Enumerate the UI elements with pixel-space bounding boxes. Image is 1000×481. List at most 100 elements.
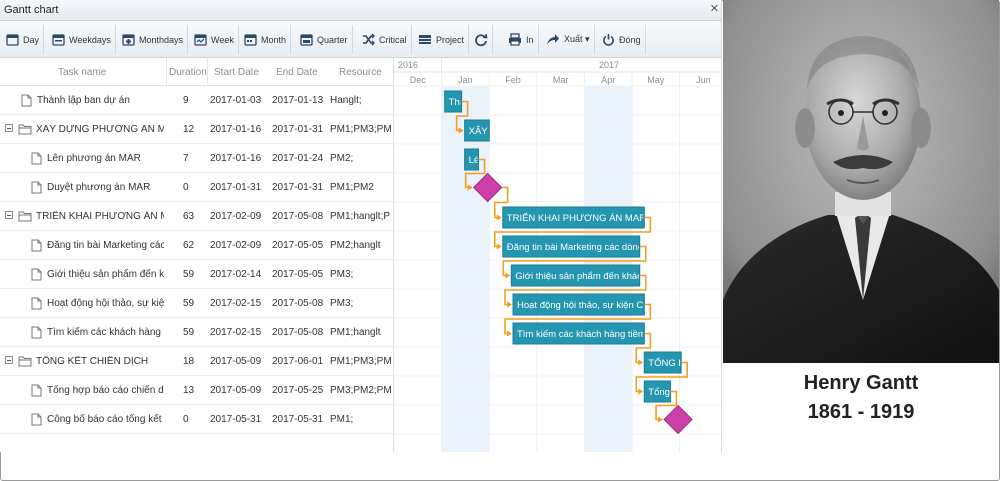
- month-button[interactable]: Month: [240, 25, 292, 54]
- duration-cell: 12: [183, 124, 195, 135]
- close-button[interactable]: Đóng: [598, 25, 646, 54]
- portrait-caption: Henry Gantt 1861 - 1919: [723, 372, 999, 424]
- weekdays-button[interactable]: Weekdays: [48, 25, 116, 54]
- monthdays-button[interactable]: Monthdays: [118, 25, 189, 54]
- resource-cell: PM1;PM2: [330, 182, 374, 193]
- start-date-cell: 2017-01-03: [210, 95, 262, 106]
- folder-icon: [18, 356, 32, 367]
- dependency-arrow: [658, 416, 664, 423]
- calendar-week-icon: [194, 34, 207, 46]
- task-name-cell: TRIỂN KHAI PHƯƠNG ÁN MA: [36, 211, 164, 222]
- task-name-cell: Công bố báo cáo tổng kết: [47, 414, 162, 425]
- calendar-weekdays-icon: [52, 34, 65, 46]
- start-date-cell: 2017-02-15: [210, 298, 262, 309]
- timeline-panel: 2016 2017 Dec Jan Feb Mar Apr May Jun Thành lập b…: [393, 58, 722, 452]
- end-date-cell: 2017-01-24: [272, 153, 324, 164]
- file-icon: [31, 181, 42, 194]
- month-label: Apr: [601, 75, 615, 85]
- critical-button[interactable]: Critical: [358, 25, 412, 54]
- end-date-cell: 2017-01-31: [272, 124, 324, 135]
- file-icon: [31, 297, 42, 310]
- grid-body: Thành lập ban dự án 9 2017-01-03 2017-01-13…: [0, 86, 393, 434]
- dependency-arrow: [507, 301, 512, 308]
- month-label: Dec: [410, 75, 427, 85]
- file-icon: [31, 413, 42, 426]
- collapse-toggle[interactable]: [5, 124, 13, 132]
- col-task-name[interactable]: Task name: [58, 67, 106, 78]
- end-date-cell: 2017-01-13: [272, 95, 324, 106]
- table-row[interactable]: Công bố báo cáo tổng kết 0 2017-05-31 2017-…: [0, 405, 393, 434]
- column-divider: [166, 58, 167, 86]
- table-row[interactable]: Thành lập ban dự án 9 2017-01-03 2017-01-13…: [0, 86, 393, 115]
- window-title: Gantt chart: [4, 4, 59, 16]
- refresh-icon: [475, 33, 488, 46]
- duration-cell: 63: [183, 211, 195, 222]
- file-icon: [31, 152, 42, 165]
- duration-cell: 59: [183, 327, 195, 338]
- week-label: Week: [211, 34, 234, 45]
- day-button[interactable]: Day: [2, 25, 45, 54]
- resource-cell: PM2;hanglt: [330, 240, 381, 251]
- toolbar: Day Weekdays Monthdays Week Month Quarte…: [0, 21, 721, 58]
- end-date-cell: 2017-05-08: [272, 327, 324, 338]
- end-date-cell: 2017-06-01: [272, 356, 324, 367]
- table-row[interactable]: Duyệt phương án MAR 0 2017-01-31 2017-01-31…: [0, 173, 393, 202]
- close-icon[interactable]: ✕: [710, 2, 719, 15]
- dependency-arrow: [638, 359, 644, 366]
- project-button[interactable]: Project: [414, 25, 470, 54]
- gantt-bar-label: Tổng hợp báo cáo chiến dịch: [648, 387, 722, 398]
- duration-cell: 59: [183, 298, 195, 309]
- col-resource[interactable]: Resource: [339, 67, 382, 78]
- start-date-cell: 2017-05-31: [210, 414, 262, 425]
- refresh-button[interactable]: [470, 25, 493, 54]
- collapse-toggle[interactable]: [5, 356, 13, 364]
- dependency-arrow: [505, 272, 511, 279]
- resource-cell: Hanglt;: [330, 95, 362, 106]
- quarter-button[interactable]: Quarter: [296, 25, 353, 54]
- duration-cell: 13: [183, 385, 195, 396]
- export-button[interactable]: Xuất ▾: [542, 25, 595, 54]
- start-date-cell: 2017-02-15: [210, 327, 262, 338]
- year-label: 2017: [599, 60, 619, 70]
- col-end-date[interactable]: End Date: [276, 67, 318, 78]
- resource-cell: PM3;: [330, 269, 354, 280]
- table-row[interactable]: TRIỂN KHAI PHƯƠNG ÁN MA 63 2017-02-09 2017-…: [0, 202, 393, 231]
- duration-cell: 0: [183, 414, 189, 425]
- file-icon: [31, 326, 42, 339]
- start-date-cell: 2017-05-09: [210, 356, 262, 367]
- table-row[interactable]: TỔNG KẾT CHIẾN DỊCH 18 2017-05-09 2017-06-0…: [0, 347, 393, 376]
- task-name-cell: Đăng tin bài Marketing các: [47, 240, 164, 251]
- print-button[interactable]: In: [504, 25, 539, 54]
- export-label: Xuất ▾: [564, 34, 590, 44]
- table-row[interactable]: Tìm kiếm các khách hàng t 59 2017-02-15 201…: [0, 318, 393, 347]
- caption-name: Henry Gantt: [803, 372, 919, 394]
- end-date-cell: 2017-05-08: [272, 211, 324, 222]
- col-start-date[interactable]: Start Date: [214, 67, 259, 78]
- start-date-cell: 2017-01-31: [210, 182, 262, 193]
- resource-cell: PM1;PM3;PM: [330, 356, 392, 367]
- project-icon: [419, 35, 431, 44]
- folder-icon: [18, 211, 32, 222]
- gantt-bar-label: Giới thiệu sản phẩm đến khách: [515, 271, 647, 282]
- table-row[interactable]: Lên phương án MAR 7 2017-01-16 2017-01-24 PM…: [0, 144, 393, 173]
- gantt-window: Gantt chart ✕ Day Weekdays Monthdays Wee…: [0, 0, 722, 452]
- file-icon: [31, 239, 42, 252]
- dependency-arrow: [507, 330, 512, 337]
- collapse-toggle[interactable]: [5, 211, 13, 219]
- resource-cell: PM2;: [330, 153, 354, 164]
- week-button[interactable]: Week: [190, 25, 239, 54]
- task-name-cell: TỔNG KẾT CHIẾN DỊCH: [36, 356, 149, 367]
- end-date-cell: 2017-05-05: [272, 269, 324, 280]
- table-row[interactable]: Giới thiệu sản phẩm đến kh 59 2017-02-14 20…: [0, 260, 393, 289]
- calendar-day-icon: [6, 34, 19, 46]
- table-row[interactable]: Tổng hợp báo cáo chiến dịc 13 2017-05-09 20…: [0, 376, 393, 405]
- col-duration[interactable]: Duration: [169, 67, 207, 78]
- start-date-cell: 2017-02-09: [210, 240, 262, 251]
- month-label: Feb: [505, 75, 521, 85]
- henry-gantt-portrait: [723, 0, 999, 363]
- table-row[interactable]: XÂY DỰNG PHƯƠNG ÁN MA 12 2017-01-16 2017-01…: [0, 115, 393, 144]
- portrait-image: [723, 0, 999, 363]
- table-row[interactable]: Đăng tin bài Marketing các 62 2017-02-09 20…: [0, 231, 393, 260]
- table-row[interactable]: Hoạt động hội thảo, sự kiện 59 2017-02-15 2…: [0, 289, 393, 318]
- start-date-cell: 2017-01-16: [210, 153, 262, 164]
